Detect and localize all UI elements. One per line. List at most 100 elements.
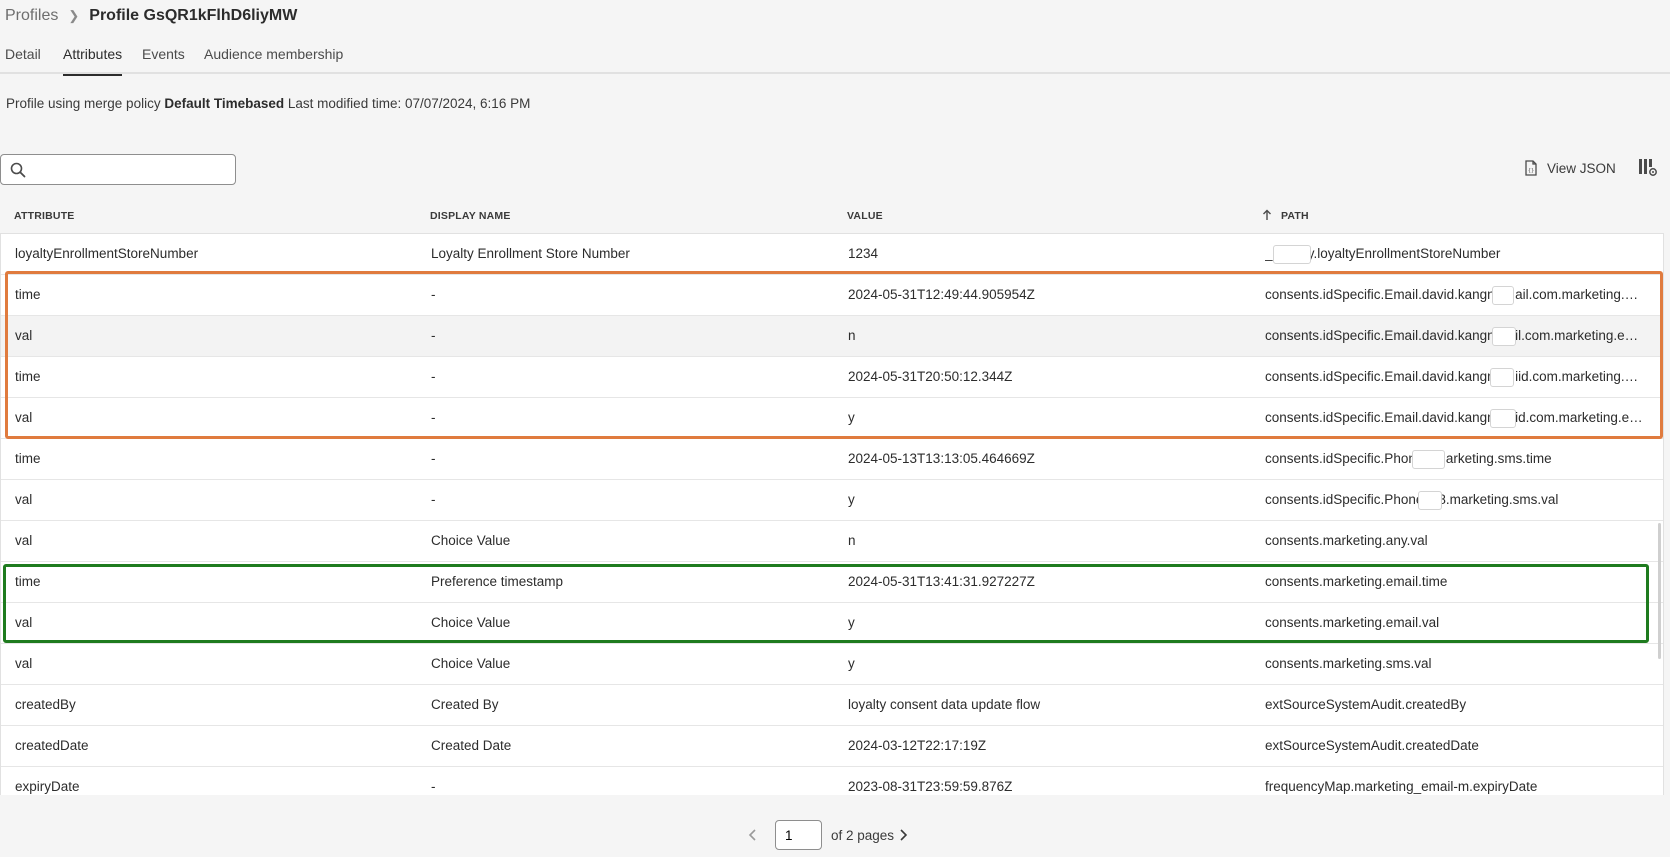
chevron-left-icon[interactable] [748,828,758,842]
table-header: ATTRIBUTE DISPLAY NAME VALUE PATH [0,200,1665,233]
json-file-icon: {} [1525,160,1537,176]
breadcrumb: Profiles ❯ Profile GsQR1kFlhD6liyMW [5,4,297,28]
value-cell: 2024-05-13T13:13:05.464669Z [848,451,1035,466]
page-title: Profile GsQR1kFlhD6liyMW [89,7,298,24]
sort-ascending-icon[interactable] [1262,209,1272,221]
column-header-value[interactable]: VALUE [847,210,883,222]
display-name-cell: - [431,369,436,384]
chevron-right-icon[interactable] [898,828,908,842]
table-row[interactable]: val - n consents.idSpecific.Email.david.… [1,316,1663,357]
column-header-attribute[interactable]: ATTRIBUTE [14,210,75,222]
tab-audience-membership[interactable]: Audience membership [204,46,343,72]
table-row[interactable]: expiryDate - 2023-08-31T23:59:59.876Z fr… [1,767,1663,795]
display-name-cell: - [431,779,436,794]
attribute-cell: createdBy [15,697,76,712]
table-row[interactable]: createdDate Created Date 2024-03-12T22:1… [1,726,1663,767]
path-cell: extSourceSystemAudit.createdBy [1265,697,1467,712]
path-cell: consents.marketing.any.val [1265,533,1428,548]
breadcrumb-profiles-link[interactable]: Profiles [5,7,58,25]
display-name-cell: - [431,410,436,425]
last-modified-value: 07/07/2024, 6:16 PM [404,96,531,111]
value-cell: y [848,656,855,671]
path-cell: _ loyalty.loyaltyEnrollmentStoreNumber [1265,246,1501,261]
redaction-box [1273,245,1311,264]
view-json-label: View JSON [1547,160,1616,176]
value-cell: 2024-05-31T12:49:44.905954Z [848,287,1035,302]
redaction-box [1492,286,1514,305]
value-cell: y [848,492,855,507]
table-row[interactable]: time Preference timestamp 2024-05-31T13:… [1,562,1663,603]
value-cell: 2024-03-12T22:17:19Z [848,738,987,753]
tab-events[interactable]: Events [142,46,185,72]
redaction-box [1412,450,1445,469]
path-cell: consents.marketing.email.time [1265,574,1448,589]
page-count-label: of 2 pages [831,828,895,843]
path-cell: consents.idSpecific.Email.david.kangni@ … [1265,369,1645,384]
path-cell: consents.idSpecific.Phone.7 8.marketing.… [1265,492,1559,507]
search-field[interactable] [0,154,236,185]
path-cell: consents.idSpecific.Email.david.kangni@ … [1265,287,1645,302]
column-settings-icon [1639,159,1657,176]
value-cell: n [848,533,856,548]
attributes-table: loyaltyEnrollmentStoreNumber Loyalty Enr… [0,233,1664,795]
attribute-cell: val [15,492,33,507]
table-row[interactable]: val - y consents.idSpecific.Phone.7 8.ma… [1,480,1663,521]
column-header-display-name[interactable]: DISPLAY NAME [430,210,511,222]
search-icon [10,162,26,178]
display-name-cell: - [431,328,436,343]
attribute-cell: time [15,287,41,302]
table-row[interactable]: time - 2024-05-31T20:50:12.344Z consents… [1,357,1663,398]
attribute-cell: val [15,328,33,343]
redaction-box [1490,368,1514,387]
attribute-cell: val [15,533,33,548]
redaction-box [1418,491,1442,510]
tab-detail[interactable]: Detail [5,46,41,72]
table-row[interactable]: time - 2024-05-31T12:49:44.905954Z conse… [1,275,1663,316]
column-settings-button[interactable] [1638,157,1658,177]
attribute-cell: time [15,369,41,384]
tab-attributes[interactable]: Attributes [63,46,123,76]
view-json-button[interactable]: {} View JSON [1524,156,1616,180]
value-cell: 1234 [848,246,879,261]
value-cell: 2024-05-31T13:41:31.927227Z [848,574,1035,589]
merge-policy-name: Default Timebased [164,96,285,111]
path-cell: extSourceSystemAudit.createdDate [1265,738,1479,753]
display-name-cell: - [431,287,436,302]
table-scrollbar[interactable] [1658,523,1661,659]
display-name-cell: Created By [431,697,499,712]
table-row[interactable]: loyaltyEnrollmentStoreNumber Loyalty Enr… [1,234,1663,275]
svg-text:{}: {} [1528,168,1534,174]
attribute-cell: expiryDate [15,779,80,794]
table-row[interactable]: val - y consents.idSpecific.Email.david.… [1,398,1663,439]
attribute-cell: time [15,451,41,466]
table-row[interactable]: time - 2024-05-13T13:13:05.464669Z conse… [1,439,1663,480]
attribute-cell: val [15,615,33,630]
page-number-input[interactable] [775,820,822,850]
table-row[interactable]: val Choice Value n consents.marketing.an… [1,521,1663,562]
value-cell: y [848,615,855,630]
attribute-cell: loyaltyEnrollmentStoreNumber [15,246,199,261]
display-name-cell: - [431,451,436,466]
display-name-cell: Choice Value [431,615,511,630]
attribute-cell: time [15,574,41,589]
table-row[interactable]: val Choice Value y consents.marketing.sm… [1,644,1663,685]
value-cell: 2024-05-31T20:50:12.344Z [848,369,1013,384]
path-cell: consents.idSpecific.Phone. .marketing.sm… [1265,451,1552,466]
table-row[interactable]: createdBy Created By loyalty consent dat… [1,685,1663,726]
attribute-cell: createdDate [15,738,89,753]
display-name-cell: Loyalty Enrollment Store Number [431,246,630,261]
display-name-cell: Preference timestamp [431,574,564,589]
pagination: of 2 pages [0,820,1670,852]
attribute-cell: val [15,410,33,425]
chevron-right-icon: ❯ [68,8,80,23]
value-cell: y [848,410,855,425]
path-cell: consents.idSpecific.Email.david.kangni@ … [1265,410,1645,425]
tab-bar: Detail Attributes Events Audience member… [0,40,1670,76]
table-row[interactable]: val Choice Value y consents.marketing.em… [1,603,1663,644]
search-input[interactable] [33,157,233,184]
display-name-cell: Choice Value [431,533,511,548]
redaction-box [1490,409,1516,428]
column-header-path[interactable]: PATH [1281,210,1309,222]
path-cell: frequencyMap.marketing_email-m.expiryDat… [1265,779,1538,794]
display-name-cell: Choice Value [431,656,511,671]
